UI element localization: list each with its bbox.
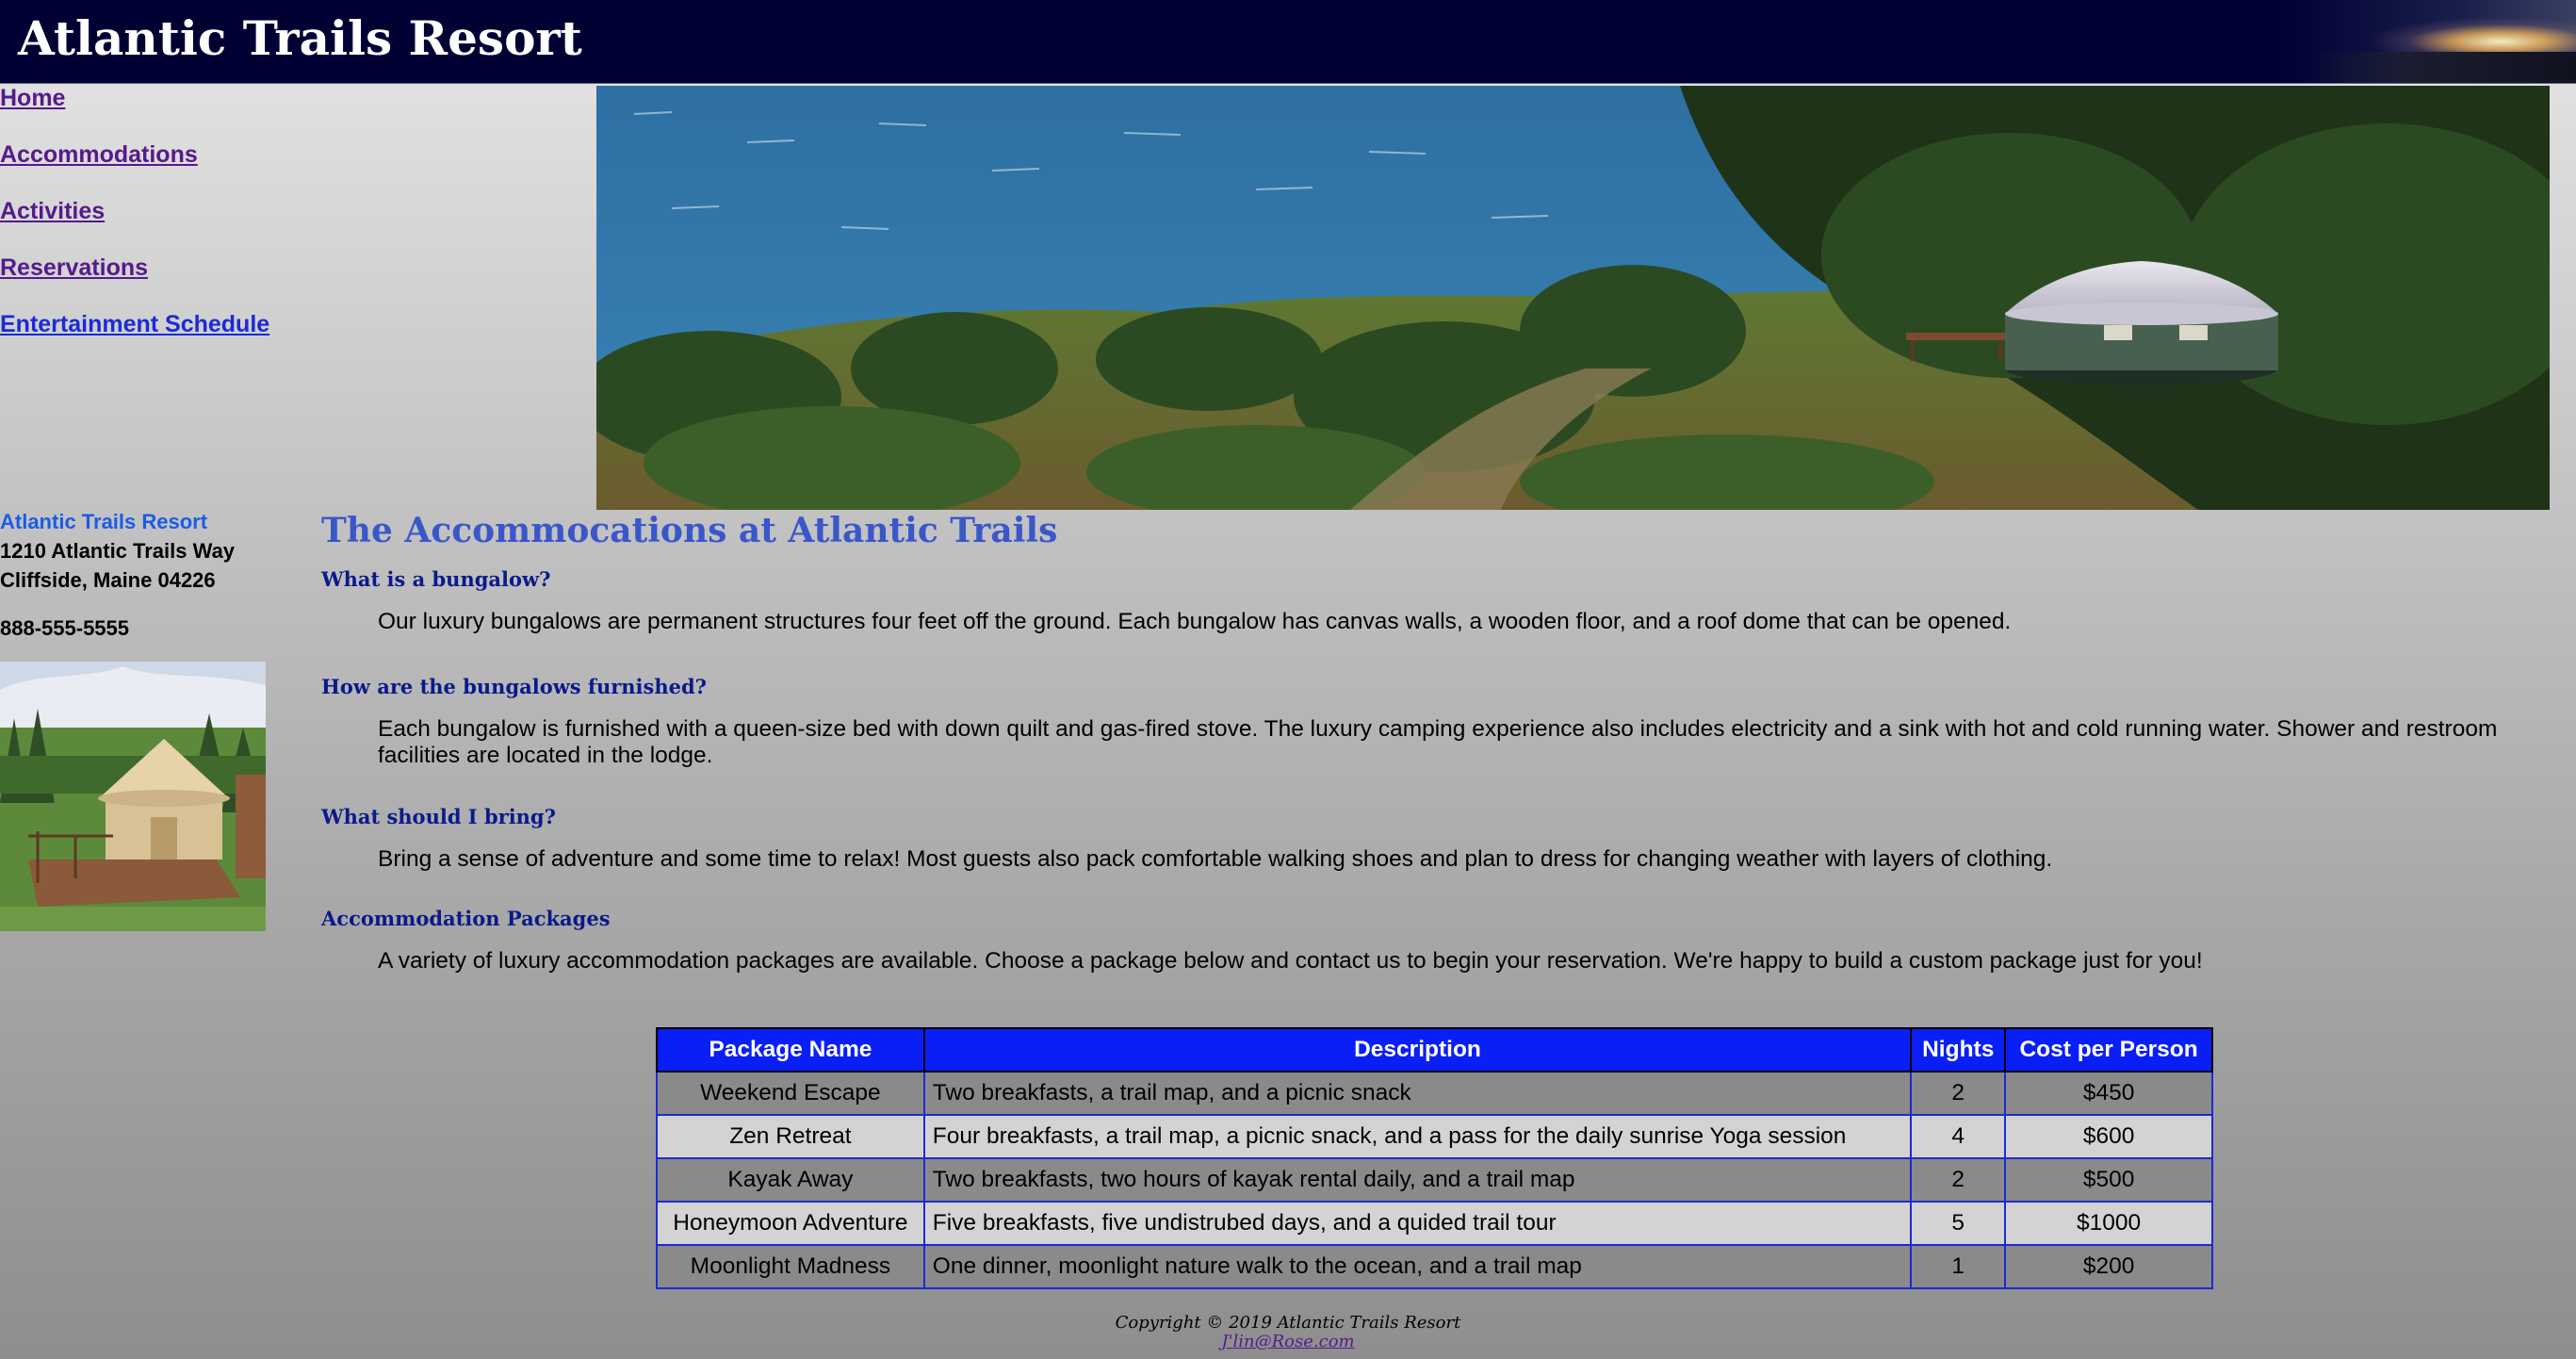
contact-info: Atlantic Trails Resort 1210 Atlantic Tra… <box>0 508 273 643</box>
cell-package-name: Honeymoon Adventure <box>656 1201 925 1246</box>
table-row: Kayak Away Two breakfasts, two hours of … <box>656 1157 2213 1203</box>
faq-question-bring: What should I bring? <box>321 805 556 828</box>
cell-nights: 4 <box>1910 1114 2007 1159</box>
sidebar-yurt-illustration <box>0 662 266 931</box>
faq-question-packages: Accommodation Packages <box>321 907 611 930</box>
table-row: Zen Retreat Four breakfasts, a trail map… <box>656 1114 2213 1159</box>
cell-cost: $1000 <box>2004 1201 2213 1246</box>
cell-description: Two breakfasts, two hours of kayak renta… <box>922 1157 1913 1203</box>
nav-link-entertainment-schedule[interactable]: Entertainment Schedule <box>0 309 269 339</box>
hero-image-yurt-ocean <box>596 86 2550 510</box>
contact-street: 1210 Atlantic Trails Way <box>0 539 236 563</box>
table-row: Honeymoon Adventure Five breakfasts, fiv… <box>656 1201 2213 1246</box>
cell-description: Four breakfasts, a trail map, a picnic s… <box>922 1114 1913 1159</box>
cell-description: Two breakfasts, a trail map, and a picni… <box>922 1071 1913 1116</box>
cell-nights: 2 <box>1910 1071 2007 1116</box>
packages-table-body: Weekend Escape Two breakfasts, a trail m… <box>656 1071 2213 1289</box>
footer-email-link[interactable]: J'lin@Rose.com <box>1221 1332 1354 1351</box>
table-row: Moonlight Madness One dinner, moonlight … <box>656 1244 2213 1289</box>
col-header-cost: Cost per Person <box>2004 1027 2213 1072</box>
contact-phone: 888-555-5555 <box>0 616 130 640</box>
col-header-description: Description <box>922 1027 1913 1072</box>
table-header-row: Package Name Description Nights Cost per… <box>656 1027 2213 1072</box>
packages-table: Package Name Description Nights Cost per… <box>656 1027 2213 1289</box>
nav-link-accommodations[interactable]: Accommodations <box>0 139 198 170</box>
col-header-package-name: Package Name <box>656 1027 925 1072</box>
cell-nights: 1 <box>1910 1244 2007 1289</box>
cell-description: One dinner, moonlight nature walk to the… <box>922 1244 1913 1289</box>
contact-city: Cliffside, Maine 04226 <box>0 568 216 592</box>
hero-illustration <box>596 86 2550 510</box>
faq-answer-packages: A variety of luxury accommodation packag… <box>378 948 2203 974</box>
contact-name: Atlantic Trails Resort <box>0 510 208 533</box>
faq-question-furnished: How are the bungalows furnished? <box>321 675 707 698</box>
main-content: The Accommocations at Atlantic Trails Wh… <box>321 506 2554 974</box>
col-header-nights: Nights <box>1910 1027 2007 1072</box>
packages-table-head: Package Name Description Nights Cost per… <box>656 1027 2213 1072</box>
page-title: The Accommocations at Atlantic Trails <box>321 511 1058 550</box>
cell-package-name: Moonlight Madness <box>656 1244 925 1289</box>
sidebar-yurt-photo <box>0 662 266 931</box>
site-footer: Copyright © 2019 Atlantic Trails Resort … <box>0 1314 2576 1351</box>
site-header: Atlantic Trails Resort <box>0 0 2576 84</box>
cell-package-name: Weekend Escape <box>656 1071 925 1116</box>
cell-package-name: Kayak Away <box>656 1157 925 1203</box>
cell-description: Five breakfasts, five undistrubed days, … <box>922 1201 1913 1246</box>
cell-cost: $600 <box>2004 1114 2213 1159</box>
cell-nights: 5 <box>1910 1201 2007 1246</box>
cell-nights: 2 <box>1910 1157 2007 1203</box>
nav-link-home[interactable]: Home <box>0 83 65 113</box>
faq-answer-bring: Bring a sense of adventure and some time… <box>378 846 2053 872</box>
nav-link-reservations[interactable]: Reservations <box>0 253 148 283</box>
cell-cost: $500 <box>2004 1157 2213 1203</box>
table-row: Weekend Escape Two breakfasts, a trail m… <box>656 1071 2213 1116</box>
site-title: Atlantic Trails Resort <box>18 10 582 66</box>
faq-question-bungalow: What is a bungalow? <box>321 567 551 591</box>
faq-answer-bungalow: Our luxury bungalows are permanent struc… <box>378 609 2012 634</box>
faq-answer-furnished: Each bungalow is furnished with a queen-… <box>378 716 2498 768</box>
nav-link-activities[interactable]: Activities <box>0 196 105 226</box>
cell-cost: $200 <box>2004 1244 2213 1289</box>
header-sunset-shore <box>2312 52 2576 83</box>
copyright-text: Copyright © 2019 Atlantic Trails Resort <box>1115 1313 1461 1333</box>
cell-package-name: Zen Retreat <box>656 1114 925 1159</box>
cell-cost: $450 <box>2004 1071 2213 1116</box>
